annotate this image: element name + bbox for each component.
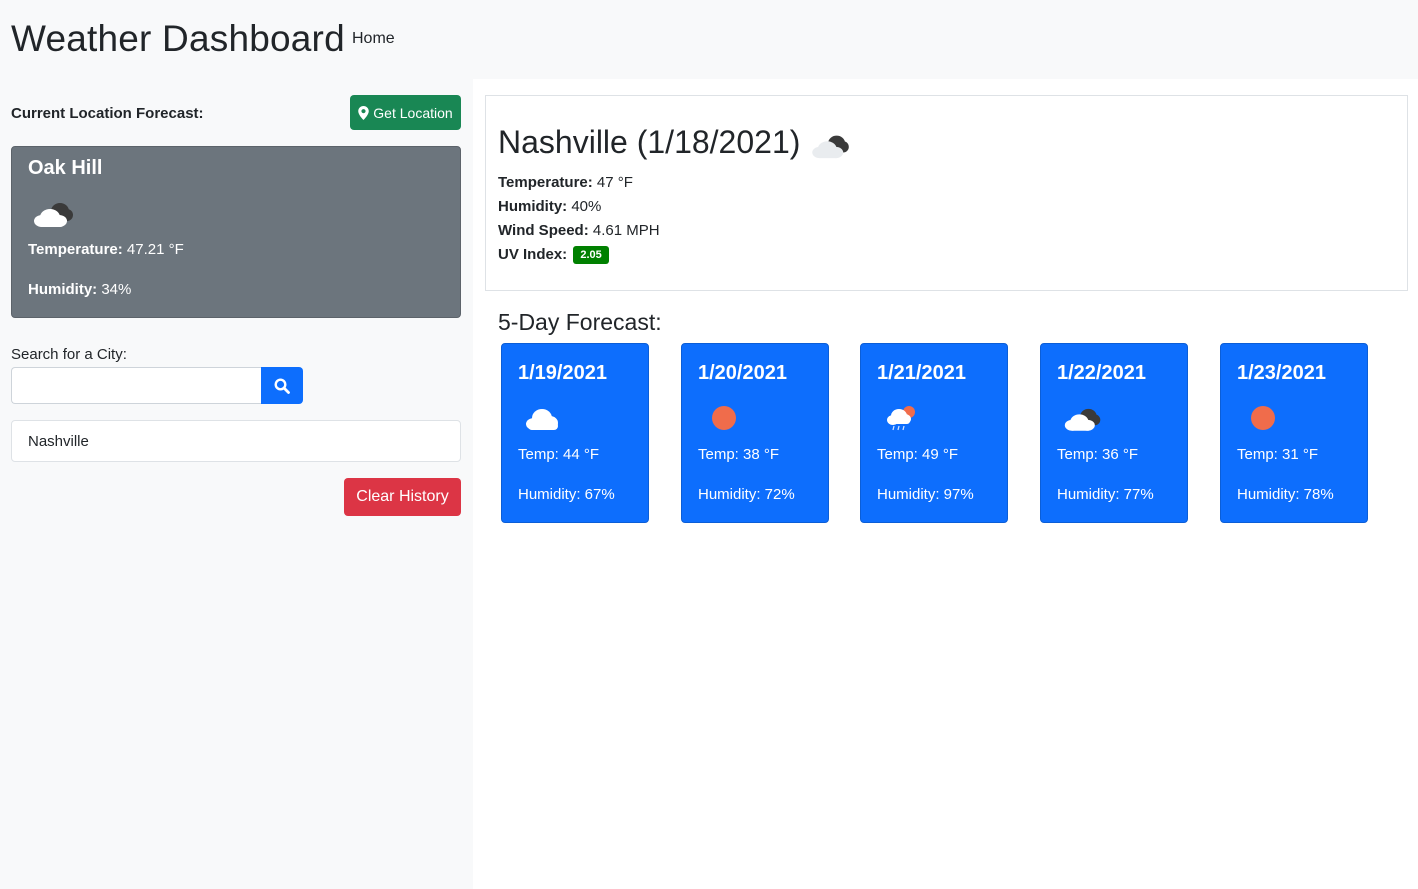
current-location-label: Current Location Forecast: (11, 105, 204, 122)
humidity-value: 40% (571, 198, 602, 215)
today-city-date: Nashville (1/18/2021) (498, 124, 801, 160)
current-location-card: Oak Hill Temperature: 47.21 °F Humidity:… (11, 146, 461, 318)
clear-history-button[interactable]: Clear History (344, 478, 461, 516)
forecast-humidity: Humidity: 78% (1237, 486, 1334, 503)
today-uv-index: UV Index: 2.05 (498, 246, 609, 264)
forecast-card: 1/19/2021 Temp: 44 °F Humidity: 67% (501, 343, 649, 523)
uv-index-badge: 2.05 (573, 246, 609, 264)
sun-icon (1251, 406, 1275, 430)
forecast-temp: Temp: 31 °F (1237, 446, 1319, 463)
cloud-icon (1064, 408, 1101, 431)
humidity-value: 34% (101, 281, 132, 298)
temperature-value: 47 °F (596, 174, 633, 191)
cloud-icon (812, 135, 850, 158)
search-button[interactable] (261, 367, 303, 404)
forecast-temp: Temp: 44 °F (518, 446, 600, 463)
main-content: Nashville (1/18/2021) Temperature: 47 °F… (473, 79, 1418, 889)
get-location-label: Get Location (373, 104, 453, 121)
today-temperature: Temperature: 47 °F (498, 174, 633, 191)
forecast-card: 1/20/2021 Temp: 38 °F Humidity: 72% (681, 343, 829, 523)
temperature-value: 47.21 °F (126, 241, 184, 258)
get-location-button[interactable]: Get Location (350, 95, 461, 130)
current-humidity: Humidity: 34% (28, 281, 131, 298)
forecast-temp: Temp: 38 °F (698, 446, 780, 463)
forecast-humidity: Humidity: 97% (877, 486, 974, 503)
uv-index-label: UV Index: (498, 246, 568, 263)
humidity-label: Humidity: (28, 281, 98, 298)
current-temperature: Temperature: 47.21 °F (28, 241, 184, 258)
wind-speed-label: Wind Speed: (498, 222, 589, 239)
forecast-humidity: Humidity: 72% (698, 486, 795, 503)
cloud-icon (34, 203, 73, 227)
temperature-label: Temperature: (498, 174, 593, 191)
cloud-icon (526, 409, 558, 430)
forecast-date: 1/22/2021 (1057, 362, 1146, 384)
sidebar: Current Location Forecast: Get Location … (0, 79, 473, 889)
today-weather-card: Nashville (1/18/2021) Temperature: 47 °F… (485, 95, 1408, 291)
forecast-date: 1/20/2021 (698, 362, 787, 384)
rain-sun-icon (886, 405, 916, 431)
forecast-date: 1/21/2021 (877, 362, 966, 384)
forecast-humidity: Humidity: 67% (518, 486, 615, 503)
forecast-date: 1/23/2021 (1237, 362, 1326, 384)
sun-icon (712, 406, 736, 430)
search-label: Search for a City: (11, 346, 127, 363)
map-marker-icon (358, 105, 370, 120)
forecast-card: 1/23/2021 Temp: 31 °F Humidity: 78% (1220, 343, 1368, 523)
brand-title[interactable]: Weather Dashboard (11, 18, 345, 60)
city-search-input[interactable] (11, 367, 262, 404)
humidity-label: Humidity: (498, 198, 568, 215)
forecast-humidity: Humidity: 77% (1057, 486, 1154, 503)
today-humidity: Humidity: 40% (498, 198, 601, 215)
history-item-nashville[interactable]: Nashville (11, 420, 461, 462)
today-wind-speed: Wind Speed: 4.61 MPH (498, 222, 660, 239)
forecast-date: 1/19/2021 (518, 362, 607, 384)
forecast-title: 5-Day Forecast: (498, 309, 662, 335)
forecast-temp: Temp: 49 °F (877, 446, 959, 463)
forecast-card: 1/22/2021 Temp: 36 °F Humidity: 77% (1040, 343, 1188, 523)
current-city-name: Oak Hill (28, 157, 103, 179)
nav-home-link[interactable]: Home (352, 30, 395, 48)
temperature-label: Temperature: (28, 241, 123, 258)
today-title: Nashville (1/18/2021) (498, 124, 852, 161)
wind-speed-value: 4.61 MPH (592, 222, 660, 239)
forecast-card: 1/21/2021 Temp: 49 °F Humidity: 97% (860, 343, 1008, 523)
forecast-temp: Temp: 36 °F (1057, 446, 1139, 463)
search-icon (274, 377, 290, 394)
navbar: Weather Dashboard Home (0, 0, 1418, 79)
